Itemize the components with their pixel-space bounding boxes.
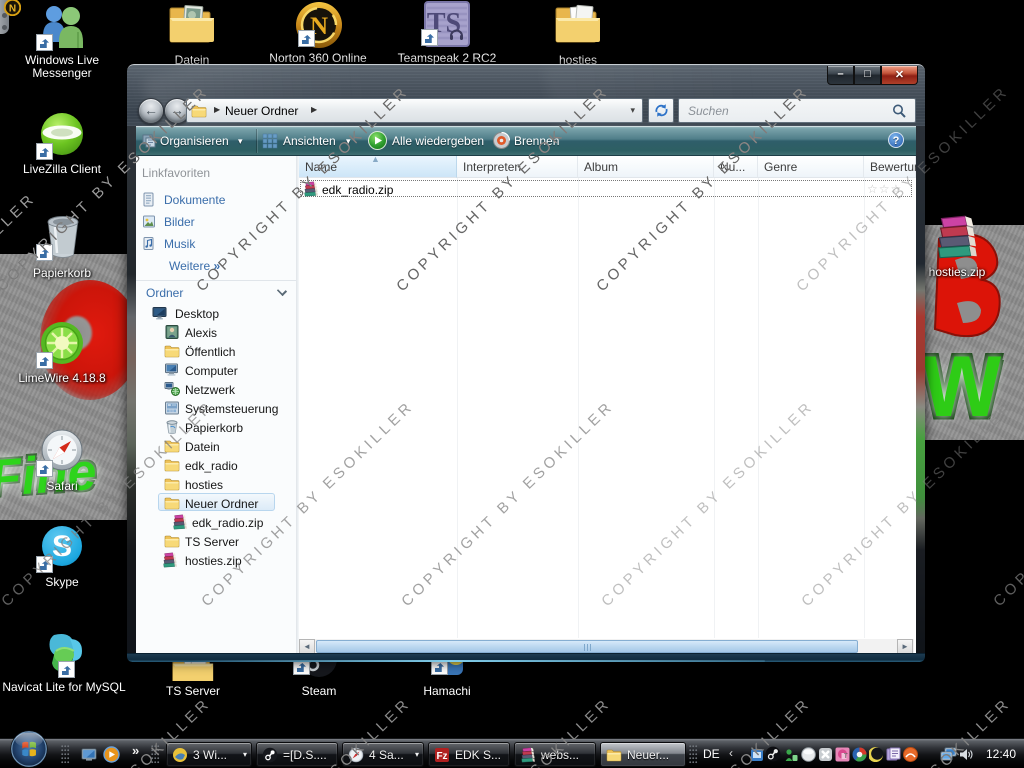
svg-text:N: N bbox=[9, 3, 16, 14]
svg-text:Fz: Fz bbox=[436, 751, 447, 762]
svg-text:T: T bbox=[844, 754, 848, 760]
